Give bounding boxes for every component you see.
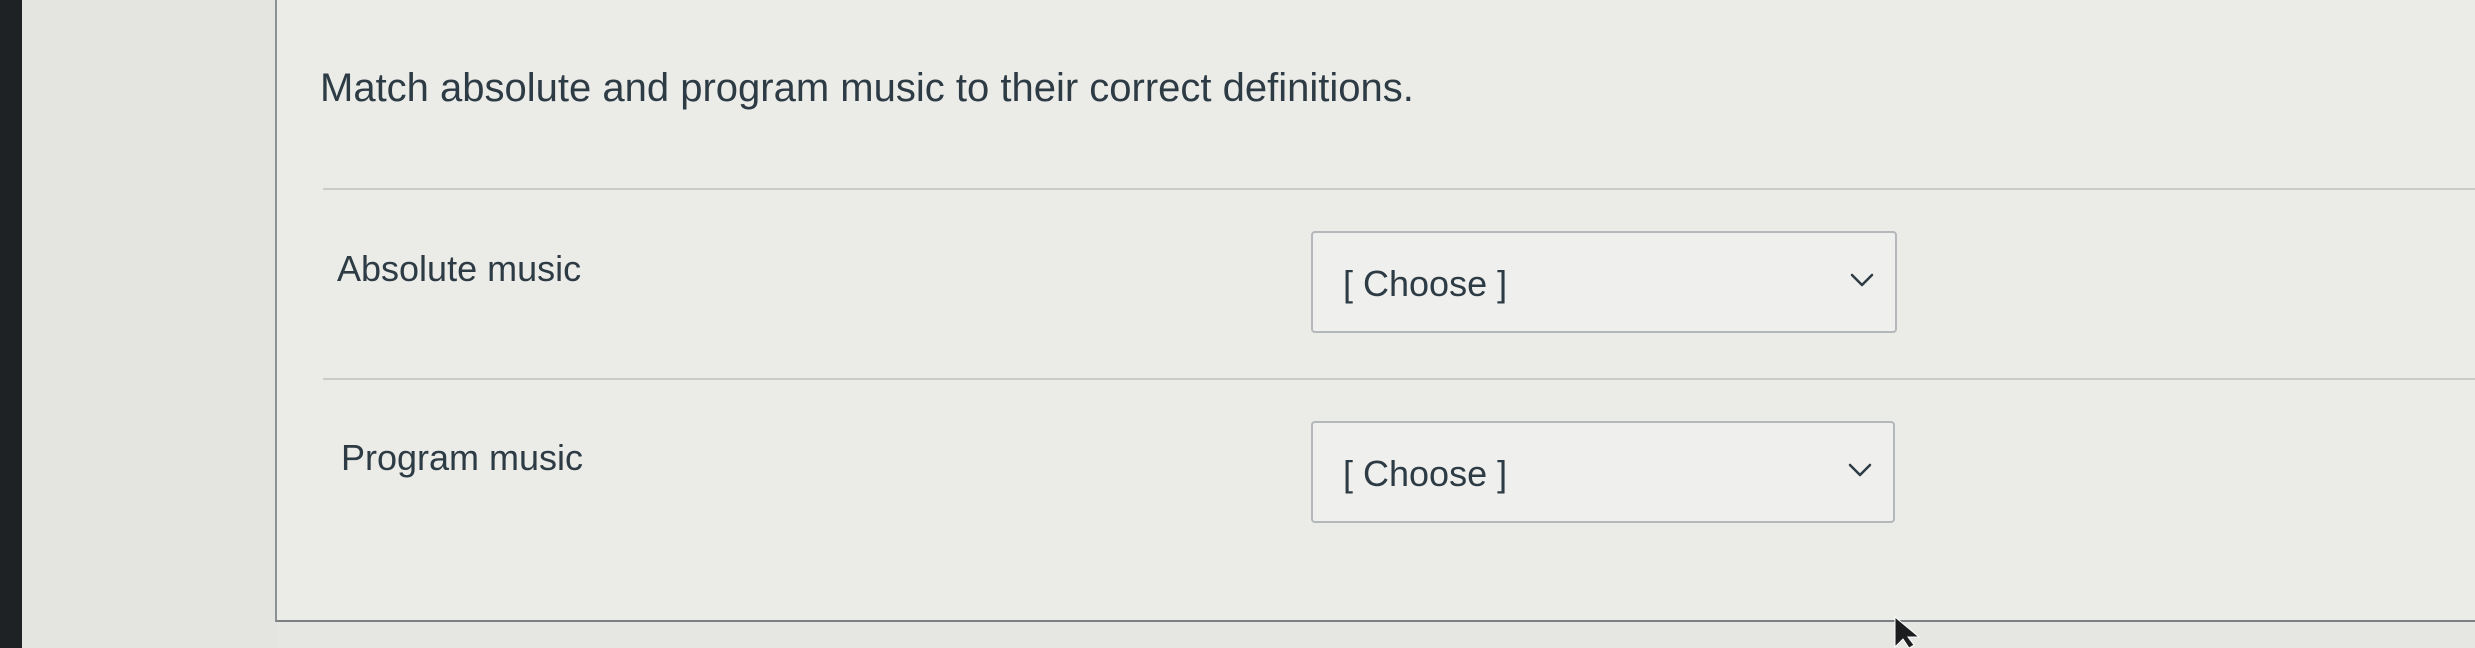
question-prompt: Match absolute and program music to thei… xyxy=(320,66,1414,110)
left-gutter xyxy=(22,0,277,648)
screen-edge xyxy=(0,0,22,648)
divider xyxy=(323,188,2475,190)
chevron-down-icon xyxy=(1850,273,1874,287)
chevron-down-icon xyxy=(1848,463,1872,477)
select-value: [ Choose ] xyxy=(1343,263,1508,304)
match-label-absolute-music: Absolute music xyxy=(337,248,582,289)
mouse-cursor-icon xyxy=(1894,616,1921,648)
select-value: [ Choose ] xyxy=(1343,453,1508,494)
divider xyxy=(323,378,2475,380)
absolute-music-select[interactable]: [ Choose ] xyxy=(1311,231,1897,333)
match-label-program-music: Program music xyxy=(341,437,584,478)
program-music-select[interactable]: [ Choose ] xyxy=(1311,421,1895,523)
